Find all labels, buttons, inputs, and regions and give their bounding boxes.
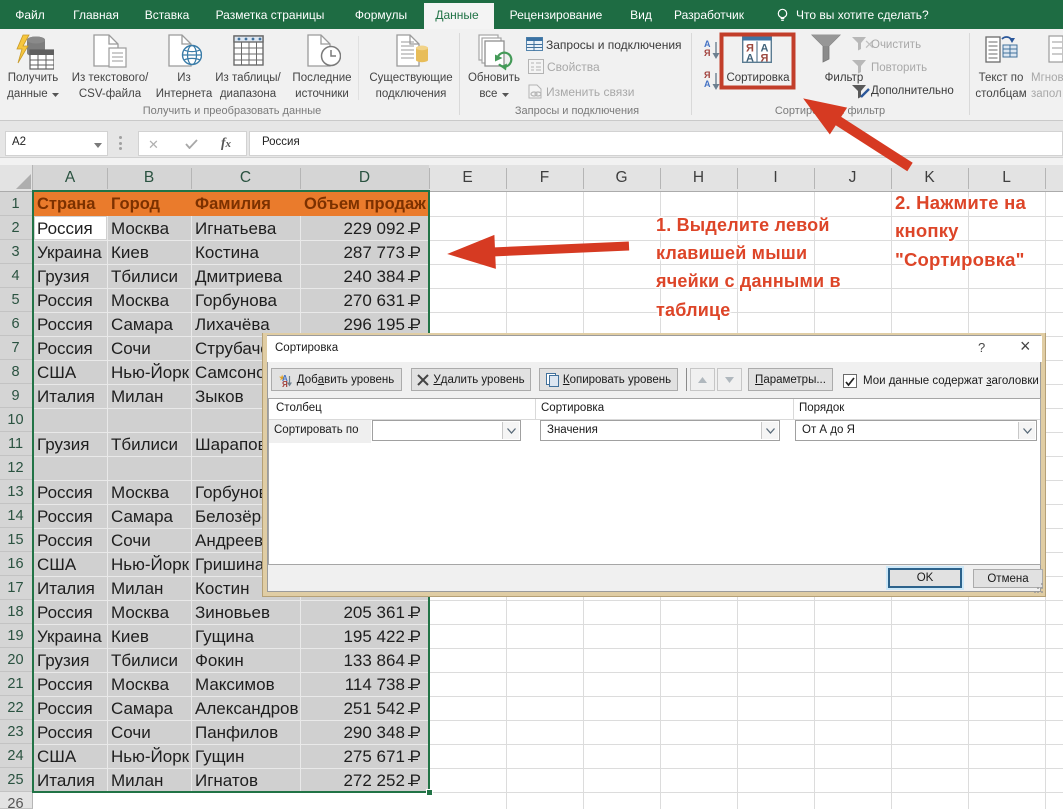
- svg-text:Я: Я: [282, 380, 288, 387]
- svg-text:Я: Я: [761, 53, 769, 64]
- svg-text:А: А: [746, 53, 754, 64]
